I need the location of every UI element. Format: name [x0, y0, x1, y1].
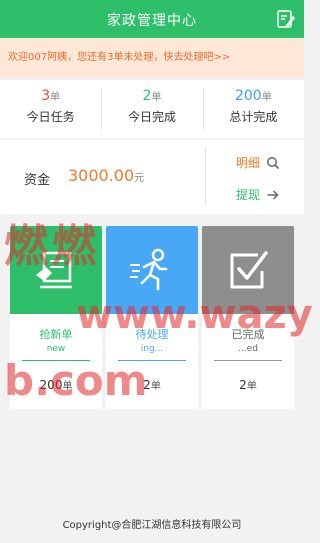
funds-amount: 3000.00元 [68, 166, 144, 185]
card-tile [106, 226, 198, 314]
pending-notice-link[interactable]: 欢迎007阿姨，您还有3单未处理，快去处理吧>> [0, 38, 304, 78]
card-name: 待处理 [135, 328, 169, 341]
stat-today-done-label: 今日完成 [127, 110, 176, 124]
card-sub: new [46, 344, 66, 354]
card-count-unit: 单 [62, 381, 73, 392]
edit-icon[interactable] [276, 9, 296, 29]
card-count: 2单 [202, 377, 294, 392]
card-sub: ...ed [238, 344, 258, 354]
stat-unit: 单 [50, 92, 61, 103]
stat-total-done[interactable]: 200单 总计完成 [202, 80, 304, 138]
stats-panel: 3单 今日任务 2单 今日完成 200单 总计完成 [0, 80, 304, 138]
card-count-unit: 单 [246, 381, 257, 392]
detail-label: 明细 [236, 156, 261, 170]
card-count: 2单 [106, 377, 198, 392]
divider [205, 148, 206, 206]
arrow-right-icon [267, 189, 279, 200]
card-tile [202, 226, 294, 314]
order-cards: 抢新单 new 200单 待处理 ing... 2单 已完成 ...ed 2单 [10, 226, 294, 409]
funds-amount-value: 3000.00 [68, 166, 135, 185]
card-name: 已完成 [231, 328, 265, 341]
stat-total-done-label: 总计完成 [229, 110, 278, 124]
search-icon [267, 156, 280, 169]
card-count-value: 2 [143, 378, 151, 392]
checked-box-icon [230, 251, 268, 289]
divider [22, 360, 90, 361]
running-person-icon [130, 248, 168, 291]
copyright-footer: Copyright@合肥江湖信息科技有限公司 [62, 520, 242, 531]
funds-label: 资金 [24, 173, 51, 188]
card-name: 抢新单 [39, 328, 73, 341]
card-completed[interactable]: 已完成 ...ed 2单 [202, 226, 294, 409]
stat-unit: 单 [151, 92, 162, 103]
stat-unit: 单 [261, 92, 272, 103]
card-sub: ing... [140, 344, 164, 354]
stat-total-done-value: 200 [234, 88, 262, 104]
grab-order-icon [36, 251, 72, 289]
stat-today-tasks-value: 3 [41, 88, 51, 104]
withdraw-label: 提现 [236, 188, 261, 202]
card-count-value: 200 [39, 378, 63, 392]
detail-button[interactable]: 明细 [236, 154, 280, 171]
app-header: 家政管理中心 [0, 0, 304, 38]
card-count-value: 2 [239, 378, 247, 392]
card-grab-order[interactable]: 抢新单 new 200单 [10, 226, 102, 409]
stat-today-tasks[interactable]: 3单 今日任务 [0, 80, 101, 138]
funds-panel: 资金 3000.00元 明细 提现 [0, 140, 304, 214]
divider [118, 360, 186, 361]
card-count: 200单 [10, 377, 102, 392]
card-pending[interactable]: 待处理 ing... 2单 [106, 226, 198, 409]
page-title: 家政管理中心 [107, 13, 197, 29]
stat-today-done[interactable]: 2单 今日完成 [101, 80, 202, 138]
card-tile [10, 226, 102, 314]
card-count-unit: 单 [150, 381, 161, 392]
withdraw-button[interactable]: 提现 [236, 186, 280, 203]
stat-today-tasks-label: 今日任务 [26, 110, 75, 124]
divider [214, 360, 282, 361]
funds-unit: 元 [134, 173, 145, 184]
